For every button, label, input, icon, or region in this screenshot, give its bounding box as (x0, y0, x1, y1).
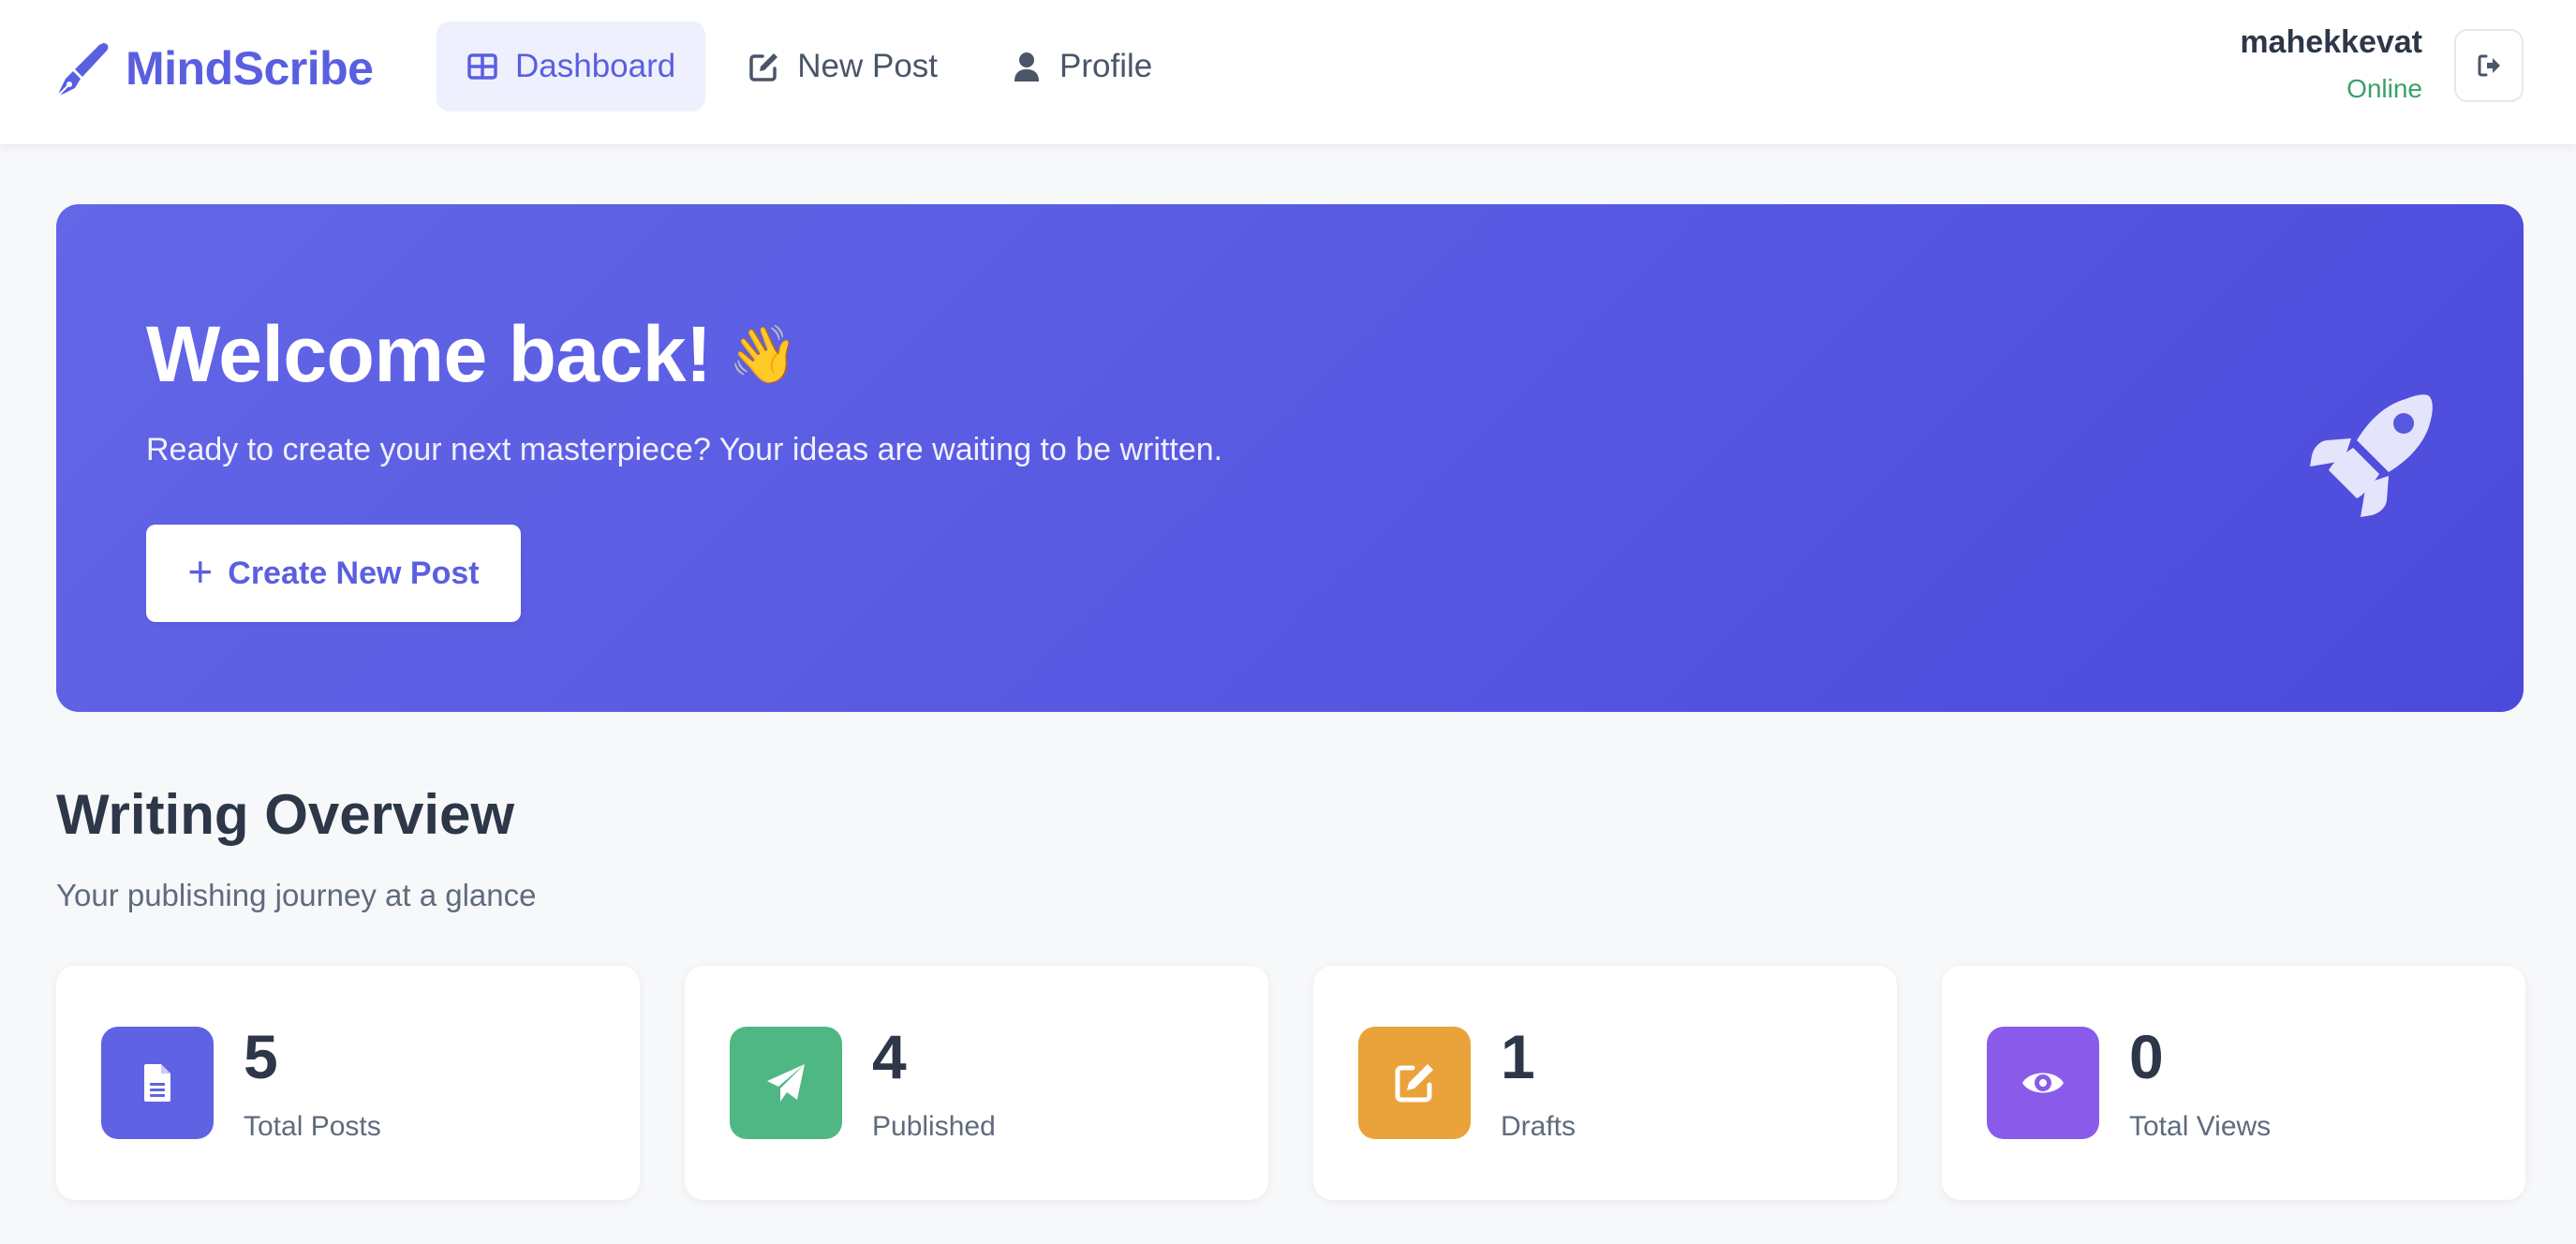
nav-item-dashboard[interactable]: Dashboard (437, 22, 706, 111)
stat-card-published[interactable]: 4 Published (685, 966, 1268, 1200)
stats-cards: 5 Total Posts 4 Published 1 Drafts 0 Tot… (56, 966, 2525, 1200)
stat-label: Total Views (2129, 1111, 2272, 1142)
hero-title-text: Welcome back! (146, 310, 712, 398)
plus-icon: + (187, 547, 214, 596)
overview-title: Writing Overview (56, 783, 515, 846)
stat-value: 1 (1501, 1022, 1535, 1091)
user-info: mahekkevat Online (2240, 21, 2422, 114)
paper-plane-icon (730, 1027, 842, 1139)
logout-icon (2478, 54, 2500, 77)
nav-item-profile[interactable]: Profile (981, 22, 1182, 111)
stat-card-total-views[interactable]: 0 Total Views (1942, 966, 2525, 1200)
stat-value: 5 (244, 1022, 278, 1091)
stat-card-total-posts[interactable]: 5 Total Posts (56, 966, 640, 1200)
edit-icon (1358, 1027, 1471, 1139)
stat-label: Drafts (1501, 1111, 1577, 1142)
hero-title: Welcome back! 👋 (146, 309, 798, 400)
edit-icon (749, 53, 778, 81)
main-nav: Dashboard New Post Profile (437, 22, 1182, 111)
stat-label: Total Posts (244, 1111, 381, 1142)
nav-item-label: Dashboard (515, 48, 676, 84)
nav-item-new-post[interactable]: New Post (718, 22, 968, 111)
user-icon (1014, 52, 1040, 81)
stat-value: 4 (872, 1022, 907, 1091)
dashboard-grid-icon (467, 53, 497, 80)
stat-value: 0 (2129, 1022, 2164, 1091)
top-navbar: MindScribe Dashboard New Post Profile ma… (0, 0, 2576, 144)
document-icon (101, 1027, 214, 1139)
user-status: Online (2347, 74, 2422, 103)
brand-logo[interactable]: MindScribe (54, 36, 374, 101)
stat-card-drafts[interactable]: 1 Drafts (1313, 966, 1897, 1200)
hero-subtitle: Ready to create your next masterpiece? Y… (146, 432, 1223, 467)
nav-item-label: Profile (1059, 48, 1153, 84)
eye-icon (1987, 1027, 2099, 1139)
nav-item-label: New Post (797, 48, 939, 84)
brand-name: MindScribe (126, 42, 374, 95)
welcome-hero: Welcome back! 👋 Ready to create your nex… (56, 204, 2524, 712)
create-new-post-label: Create New Post (228, 555, 480, 591)
username: mahekkevat (2240, 24, 2422, 60)
rocket-icon (2310, 394, 2433, 517)
stat-label: Published (872, 1111, 996, 1142)
overview-subtitle: Your publishing journey at a glance (56, 878, 537, 912)
create-new-post-button[interactable]: + Create New Post (146, 525, 521, 622)
pen-nib-icon (57, 43, 109, 96)
waving-hand-emoji: 👋 (728, 323, 799, 386)
logout-button[interactable] (2454, 29, 2524, 102)
